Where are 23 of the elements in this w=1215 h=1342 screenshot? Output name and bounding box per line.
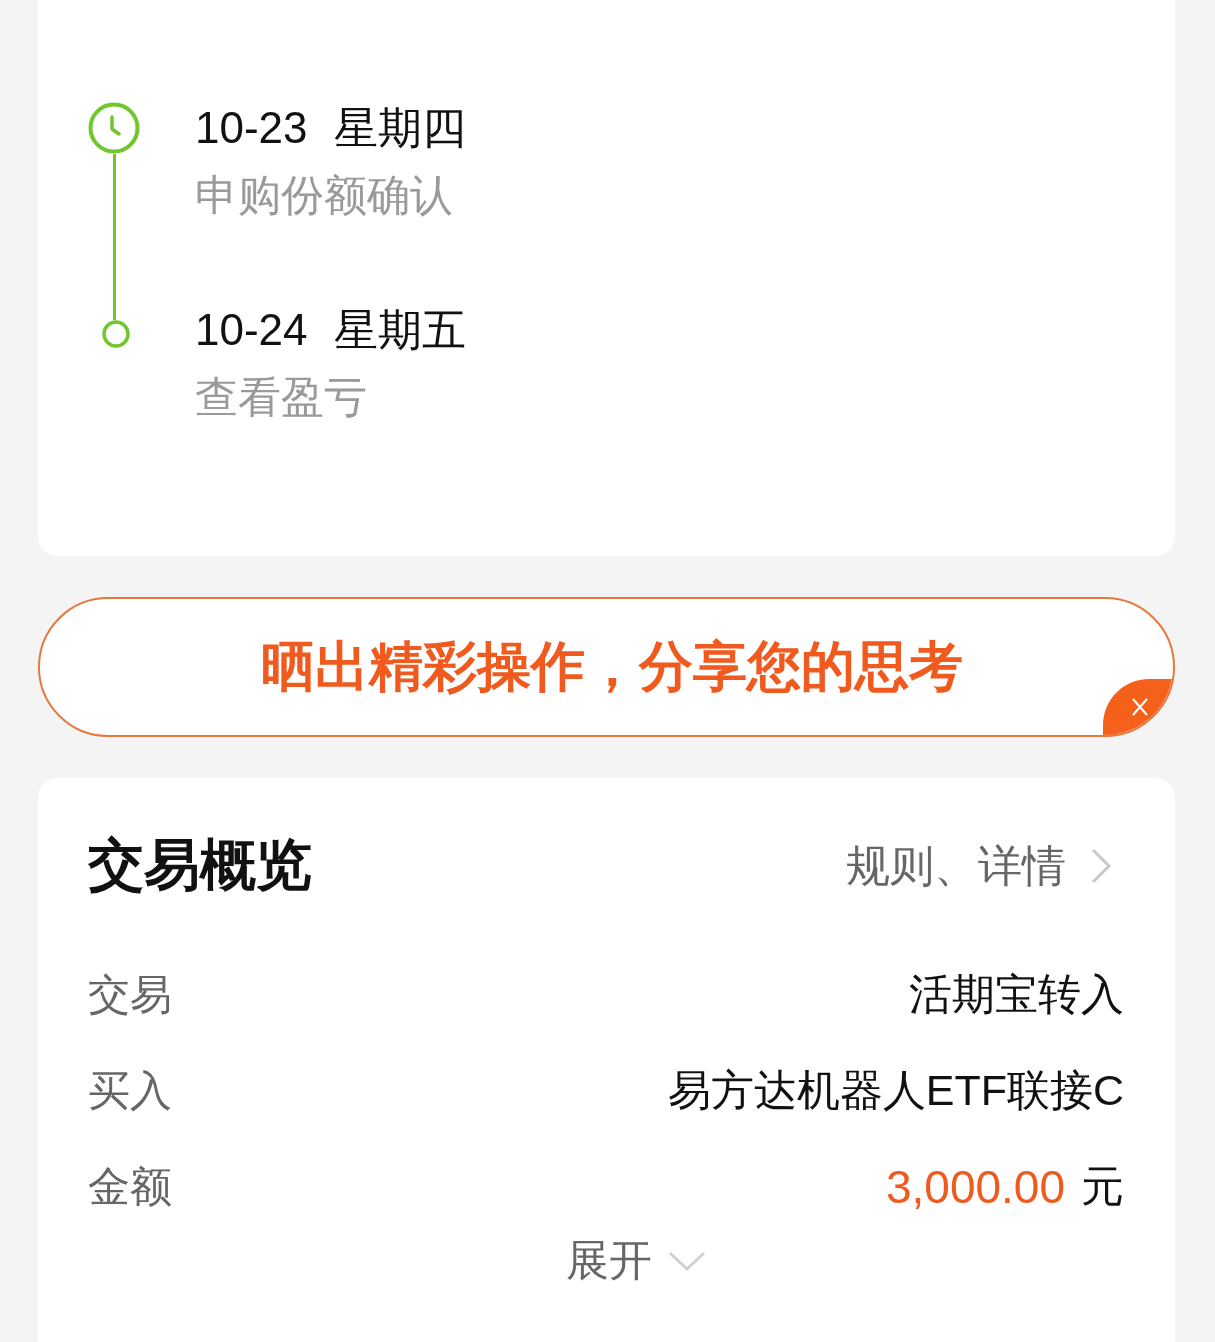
clock-icon	[88, 102, 140, 154]
circle-icon	[102, 320, 130, 348]
chevron-down-icon	[668, 1250, 706, 1272]
close-icon	[1131, 697, 1149, 717]
step-description: 查看盈亏	[195, 372, 368, 423]
weekday-text: 星期四	[333, 101, 466, 154]
chevron-right-icon	[1090, 847, 1112, 885]
date-text: 10-23	[195, 103, 308, 153]
date-text: 10-24	[195, 305, 308, 355]
field-value: 活期宝转入	[909, 969, 1124, 1020]
rules-details-link[interactable]: 规则、详情	[846, 836, 1112, 896]
field-label: 金额	[88, 1162, 172, 1212]
field-value: 易方达机器人ETF联接C	[667, 1065, 1124, 1116]
weekday-text: 星期五	[333, 303, 466, 356]
field-label: 交易	[88, 970, 172, 1020]
overview-title: 交易概览	[88, 832, 312, 898]
expand-button[interactable]: 展开	[566, 1235, 706, 1287]
field-label: 买入	[88, 1066, 172, 1116]
amount-value: 3,000.00	[885, 1160, 1065, 1214]
banner-text: 晒出精彩操作，分享您的思考	[260, 634, 963, 698]
currency-unit: 元	[1081, 1161, 1124, 1212]
share-banner[interactable]: 晒出精彩操作，分享您的思考	[38, 597, 1175, 737]
step-description: 申购份额确认	[195, 170, 454, 221]
